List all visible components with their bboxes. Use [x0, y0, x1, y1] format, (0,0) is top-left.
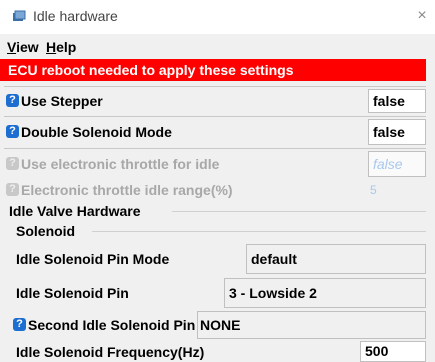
pin-label: Idle Solenoid Pin	[16, 285, 129, 301]
help-icon: ?	[6, 157, 19, 170]
help-icon: ?	[6, 183, 19, 196]
menu-view-rest: iew	[16, 39, 39, 55]
second-pin-label: Second Idle Solenoid Pin	[28, 317, 196, 333]
pin-row: Idle Solenoid Pin 3 - Lowside 2	[4, 278, 426, 310]
section-divider	[92, 231, 426, 232]
frequency-row: Idle Solenoid Frequency(Hz) 500	[4, 340, 426, 362]
frequency-input[interactable]: 500	[360, 341, 426, 362]
throttle-range-row: ? Electronic throttle idle range(%) 5	[4, 180, 426, 200]
reboot-warning-banner: ECU reboot needed to apply these setting…	[0, 59, 426, 81]
electronic-throttle-row: ? Use electronic throttle for idle false	[4, 148, 426, 179]
pin-mode-label: Idle Solenoid Pin Mode	[16, 251, 170, 267]
electronic-throttle-value: false	[368, 151, 426, 177]
section-solenoid: Solenoid	[16, 223, 76, 239]
title-bar: Idle hardware ×	[0, 0, 435, 34]
use-stepper-value[interactable]: false	[368, 89, 426, 113]
use-stepper-label: Use Stepper	[21, 93, 103, 109]
app-icon	[13, 10, 26, 21]
double-solenoid-label: Double Solenoid Mode	[21, 124, 172, 140]
pin-mode-row: Idle Solenoid Pin Mode default	[4, 244, 426, 276]
window-title: Idle hardware	[33, 8, 118, 24]
pin-select[interactable]: 3 - Lowside 2	[224, 278, 426, 308]
menu-bar: View Help	[0, 37, 435, 58]
help-icon[interactable]: ?	[6, 125, 19, 138]
help-icon[interactable]: ?	[6, 94, 19, 107]
section-divider	[172, 211, 426, 212]
menu-help-rest: elp	[56, 39, 77, 55]
menu-view[interactable]: View	[7, 39, 39, 55]
help-icon[interactable]: ?	[13, 318, 26, 331]
double-solenoid-row: ? Double Solenoid Mode false	[4, 116, 426, 147]
throttle-range-value: 5	[370, 183, 377, 197]
second-pin-select[interactable]: NONE	[197, 311, 426, 339]
section-idle-valve-hardware: Idle Valve Hardware	[9, 203, 141, 219]
menu-view-mnemonic: V	[7, 39, 17, 55]
pin-mode-select[interactable]: default	[246, 244, 426, 274]
use-stepper-row: ? Use Stepper false	[4, 86, 426, 115]
menu-help-mnemonic: H	[46, 39, 57, 55]
electronic-throttle-label: Use electronic throttle for idle	[21, 156, 220, 172]
throttle-range-label: Electronic throttle idle range(%)	[21, 182, 233, 198]
close-button[interactable]: ×	[414, 7, 430, 25]
second-pin-row: ? Second Idle Solenoid Pin NONE	[4, 311, 426, 339]
menu-help[interactable]: Help	[46, 39, 76, 55]
frequency-label: Idle Solenoid Frequency(Hz)	[16, 344, 205, 360]
double-solenoid-value[interactable]: false	[368, 119, 426, 145]
